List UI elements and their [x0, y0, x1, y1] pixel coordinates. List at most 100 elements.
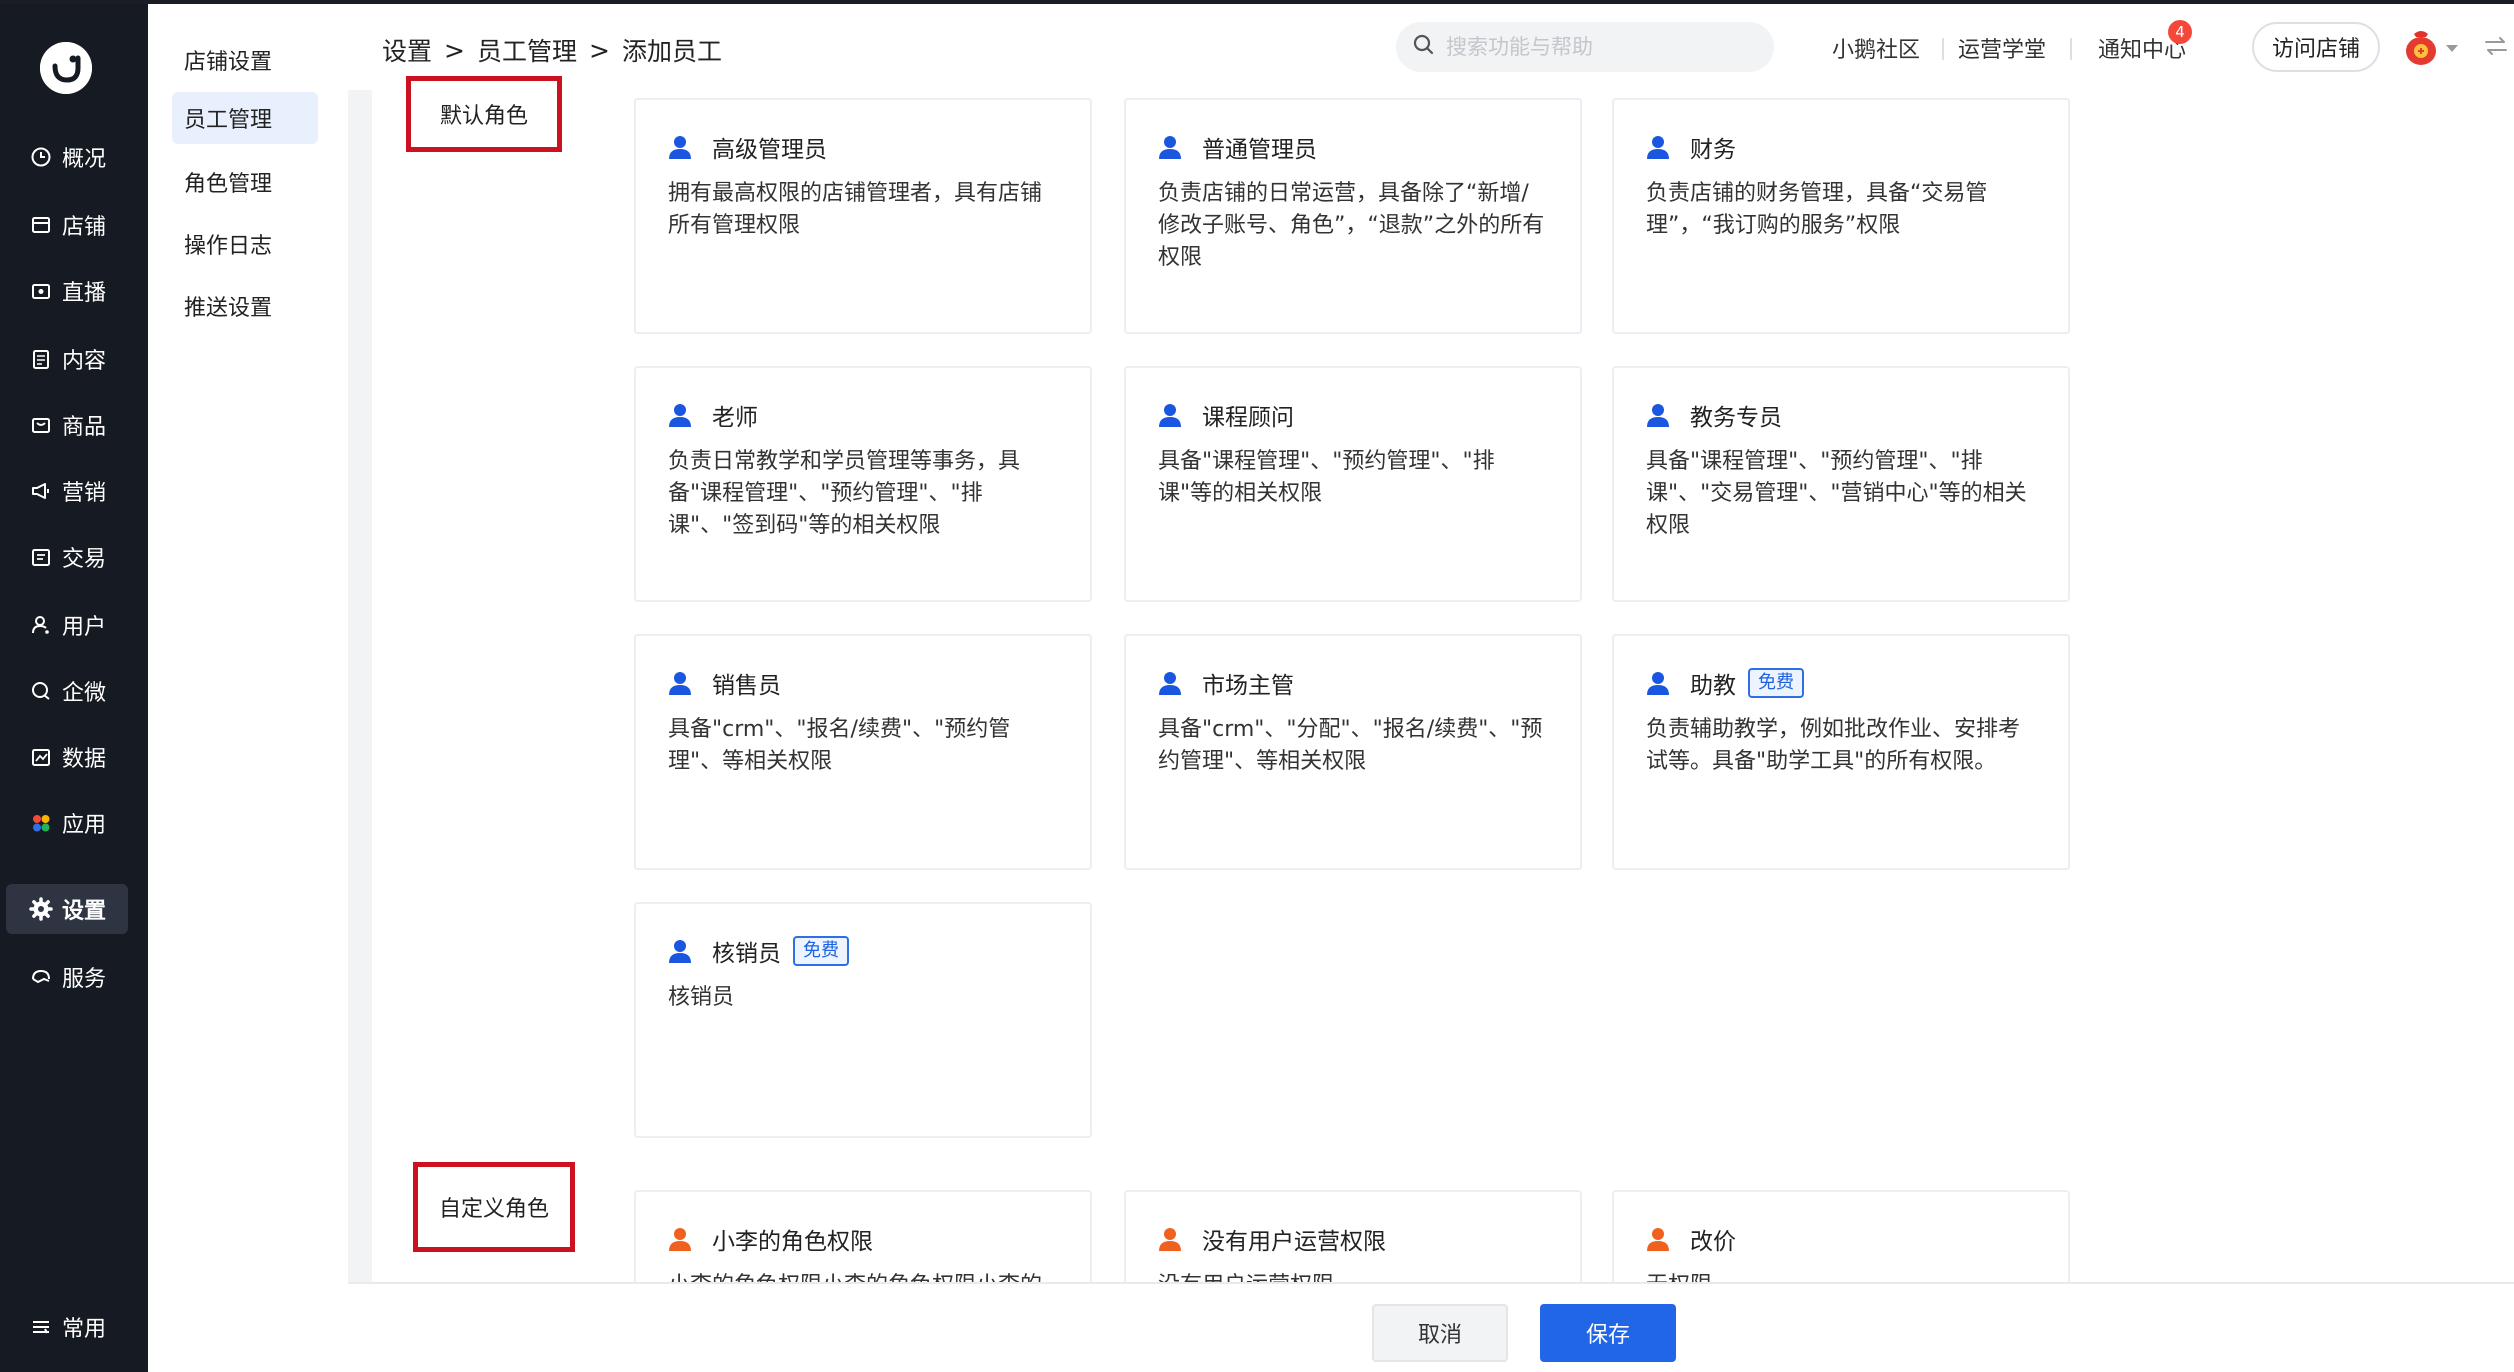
receipt-icon: [28, 544, 54, 570]
role-title: 核销员: [712, 941, 781, 967]
role-title: 市场主管: [1202, 673, 1294, 699]
visit-store-button[interactable]: 访问店铺: [2252, 22, 2380, 72]
nav-item-content[interactable]: 内容: [6, 334, 128, 384]
user-icon: [1158, 134, 1182, 160]
nav-item-label: 内容: [62, 349, 107, 374]
role-title: 课程顾问: [1202, 405, 1294, 431]
role-card-verifier[interactable]: 核销员 免费 核销员: [634, 902, 1092, 1138]
nav-item-label: 数据: [62, 747, 107, 772]
role-description: 负责店铺的日常运营，具备除了“新增/修改子账号、角色”，“退款”之外的所有权限: [1158, 181, 1545, 270]
nav-item-label: 服务: [62, 967, 107, 992]
role-title: 高级管理员: [712, 137, 827, 163]
role-title: 财务: [1690, 137, 1736, 163]
document-icon: [28, 346, 54, 372]
nav-item-label: 设置: [62, 899, 107, 924]
role-title: 普通管理员: [1202, 137, 1317, 163]
app-logo[interactable]: [40, 42, 92, 94]
settings-submenu: 店铺设置 员工管理 角色管理 操作日志 推送设置: [148, 4, 348, 1372]
store-icon: [28, 212, 54, 238]
nav-item-label: 交易: [62, 547, 107, 572]
role-description: 负责店铺的财务管理，具备“交易管理”，“我订购的服务”权限: [1646, 181, 1988, 238]
nav-item-products[interactable]: 商品: [6, 400, 128, 450]
role-card-finance[interactable]: 财务 负责店铺的财务管理，具备“交易管理”，“我订购的服务”权限: [1612, 98, 2070, 334]
nav-item-label: 常用: [62, 1317, 107, 1342]
apps-icon: [28, 810, 54, 836]
free-tag: 免费: [1748, 668, 1804, 698]
cancel-button[interactable]: 取消: [1372, 1304, 1508, 1362]
user-icon: [1158, 1226, 1182, 1252]
nav-item-trade[interactable]: 交易: [6, 532, 128, 582]
nav-item-live[interactable]: 直播: [6, 266, 128, 316]
clock-icon: [28, 144, 54, 170]
breadcrumb-staff-management[interactable]: 员工管理: [477, 32, 577, 68]
role-title: 改价: [1690, 1229, 1736, 1255]
role-description: 负责日常教学和学员管理等事务，具备"课程管理"、"预约管理"、"排课"、"签到码…: [668, 449, 1021, 538]
nav-item-label: 营销: [62, 481, 107, 506]
form-footer: 取消 保存: [348, 1282, 2514, 1372]
role-card-marketing-manager[interactable]: 市场主管 具备"crm"、"分配"、"报名/续费"、"预约管理"、等相关权限: [1124, 634, 1582, 870]
role-title: 小李的角色权限: [712, 1229, 873, 1255]
role-description: 具备"crm"、"分配"、"报名/续费"、"预约管理"、等相关权限: [1158, 717, 1543, 774]
link-academy[interactable]: 运营学堂: [1958, 30, 2046, 66]
role-card-salesperson[interactable]: 销售员 具备"crm"、"报名/续费"、"预约管理"、等相关权限: [634, 634, 1092, 870]
role-card-academic-affairs[interactable]: 教务专员 具备"课程管理"、"预约管理"、"排课"、"交易管理"、"营销中心"等…: [1612, 366, 2070, 602]
role-card-course-advisor[interactable]: 课程顾问 具备"课程管理"、"预约管理"、"排课"等的相关权限: [1124, 366, 1582, 602]
swap-icon[interactable]: [2482, 34, 2510, 62]
link-community[interactable]: 小鹅社区: [1832, 30, 1920, 66]
box-icon: [28, 412, 54, 438]
nav-item-settings[interactable]: 设置: [6, 884, 128, 934]
nav-item-data[interactable]: 数据: [6, 732, 128, 782]
user-icon: [1158, 670, 1182, 696]
role-card-teaching-assistant[interactable]: 助教 免费 负责辅助教学，例如批改作业、安排考试等。具备"助学工具"的所有权限。: [1612, 634, 2070, 870]
header-separator: [1942, 38, 1944, 60]
role-description: 具备"crm"、"报名/续费"、"预约管理"、等相关权限: [668, 717, 1011, 774]
role-description: 核销员: [668, 985, 735, 1010]
chat-icon: [28, 678, 54, 704]
list-icon: [28, 1314, 54, 1340]
submenu-role-management[interactable]: 角色管理: [172, 156, 318, 208]
megaphone-icon: [28, 478, 54, 504]
breadcrumb-separator: >: [588, 35, 610, 65]
nav-item-label: 应用: [62, 813, 107, 838]
avatar[interactable]: [2404, 28, 2438, 66]
main-nav: 概况 店铺 直播 内容 商品 营销 交易 用户 企微 数据 应用 设置 服务 常…: [0, 4, 148, 1372]
user-icon: [1646, 670, 1670, 696]
chevron-down-icon[interactable]: [2444, 40, 2460, 59]
role-card-senior-admin[interactable]: 高级管理员 拥有最高权限的店铺管理者，具有店铺所有管理权限: [634, 98, 1092, 334]
nav-item-common[interactable]: 常用: [6, 1302, 128, 1352]
service-icon: [28, 964, 54, 990]
nav-item-label: 店铺: [62, 215, 107, 240]
save-button[interactable]: 保存: [1540, 1304, 1676, 1362]
role-description: 拥有最高权限的店铺管理者，具有店铺所有管理权限: [668, 181, 1043, 238]
nav-item-marketing[interactable]: 营销: [6, 466, 128, 516]
nav-item-label: 直播: [62, 281, 107, 306]
nav-item-wecom[interactable]: 企微: [6, 666, 128, 716]
gear-icon: [28, 896, 54, 922]
nav-item-store[interactable]: 店铺: [6, 200, 128, 250]
search-box[interactable]: [1396, 22, 1774, 72]
role-card-teacher[interactable]: 老师 负责日常教学和学员管理等事务，具备"课程管理"、"预约管理"、"排课"、"…: [634, 366, 1092, 602]
search-input[interactable]: [1446, 35, 1746, 59]
user-icon: [1646, 402, 1670, 428]
breadcrumb-add-staff: 添加员工: [621, 37, 722, 66]
nav-item-users[interactable]: 用户: [6, 600, 128, 650]
nav-item-label: 概况: [62, 147, 107, 172]
submenu-store-settings[interactable]: 店铺设置: [172, 34, 318, 86]
role-description: 负责辅助教学，例如批改作业、安排考试等。具备"助学工具"的所有权限。: [1646, 717, 2021, 774]
submenu-push-settings[interactable]: 推送设置: [172, 280, 318, 332]
free-tag: 免费: [793, 936, 849, 966]
breadcrumb-settings[interactable]: 设置: [382, 32, 432, 68]
user-icon: [1646, 134, 1670, 160]
role-title: 助教: [1690, 673, 1736, 699]
nav-item-service[interactable]: 服务: [6, 952, 128, 1002]
notification-count-badge: 4: [2168, 20, 2192, 44]
role-description: 具备"课程管理"、"预约管理"、"排课"、"交易管理"、"营销中心"等的相关权限: [1646, 449, 2027, 538]
submenu-operation-log[interactable]: 操作日志: [172, 218, 318, 270]
role-title: 老师: [712, 405, 758, 431]
nav-item-overview[interactable]: 概况: [6, 132, 128, 182]
submenu-staff-management[interactable]: 员工管理: [172, 92, 318, 144]
nav-item-apps[interactable]: 应用: [6, 798, 128, 848]
search-icon: [1412, 33, 1436, 61]
role-card-general-admin[interactable]: 普通管理员 负责店铺的日常运营，具备除了“新增/修改子账号、角色”，“退款”之外…: [1124, 98, 1582, 334]
nav-item-label: 企微: [62, 681, 107, 706]
